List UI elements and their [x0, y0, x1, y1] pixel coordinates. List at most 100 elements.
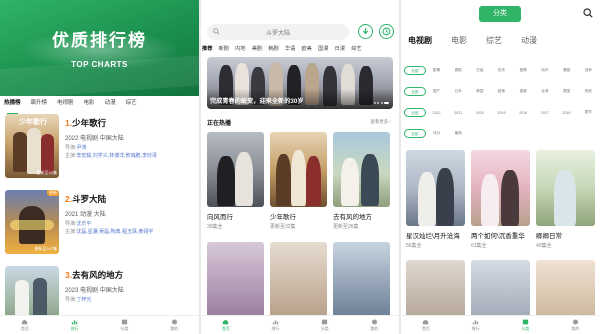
- poster-image[interactable]: [536, 150, 595, 226]
- filter-chip[interactable]: 日本: [447, 89, 469, 94]
- ranking-item[interactable]: 少年歌行 更新至40集 1.少年歌行 2022 电视剧 中国大陆 导演:尹涛 主…: [5, 114, 195, 180]
- filter-chip[interactable]: 历史: [491, 68, 513, 73]
- filter-chip[interactable]: 2017: [534, 111, 556, 115]
- nav-mine[interactable]: 我的: [571, 318, 579, 332]
- tab-rising[interactable]: 飙升榜: [31, 98, 48, 112]
- nav-home[interactable]: 首页: [21, 319, 29, 332]
- filter-chip[interactable]: 欧美: [491, 89, 513, 94]
- tab-movie[interactable]: 电影: [451, 35, 467, 47]
- nav-ranking[interactable]: 排行: [472, 319, 480, 332]
- figure: [276, 154, 291, 206]
- filter-chip[interactable]: 剧情: [426, 68, 448, 73]
- filter-chip[interactable]: 2021: [447, 111, 469, 115]
- poster-image[interactable]: [471, 150, 530, 226]
- video-card[interactable]: 少年歌行 更新至32集: [270, 132, 327, 230]
- filter-chip[interactable]: 国产: [426, 89, 448, 94]
- filter-chip[interactable]: 悬疑: [556, 68, 578, 73]
- video-card[interactable]: [207, 242, 264, 317]
- filter-chip[interactable]: 2020: [469, 111, 491, 115]
- tab-hot[interactable]: 热播榜: [4, 98, 21, 114]
- tab-variety[interactable]: 综艺: [126, 98, 137, 112]
- nav-category[interactable]: 分类: [521, 319, 529, 332]
- filter-chip[interactable]: 泰国: [556, 89, 578, 94]
- filter-chip[interactable]: 全部: [404, 129, 426, 138]
- figure: [554, 170, 576, 226]
- tab-guoman[interactable]: 国漫: [318, 44, 328, 54]
- poster-image[interactable]: [333, 242, 390, 317]
- filter-chip[interactable]: 评分: [426, 131, 448, 136]
- nav-category[interactable]: 分类: [120, 319, 128, 332]
- video-card[interactable]: 卿卿日常 40集全: [536, 150, 595, 249]
- tab-variety[interactable]: 综艺: [486, 35, 502, 47]
- nav-ranking[interactable]: 排行: [71, 319, 79, 332]
- tab-western[interactable]: 欧美: [301, 44, 311, 54]
- filter-chip[interactable]: 台湾: [534, 89, 556, 94]
- banner-title: 优质排行榜: [52, 31, 147, 50]
- history-button[interactable]: [379, 24, 394, 39]
- filter-chip[interactable]: 爱情: [512, 68, 534, 73]
- nav-category[interactable]: 分类: [321, 319, 329, 332]
- poster-image[interactable]: [270, 132, 327, 207]
- video-card[interactable]: 两个如何\沉香重华 63集全: [471, 150, 530, 249]
- nav-ranking[interactable]: 排行: [271, 319, 279, 332]
- search-icon[interactable]: [583, 8, 593, 18]
- filter-chip[interactable]: 2016: [556, 111, 578, 115]
- category-header-button[interactable]: 分类: [479, 6, 521, 22]
- poster-image[interactable]: [207, 132, 264, 207]
- nav-mine[interactable]: 我的: [170, 318, 178, 332]
- tab-tv[interactable]: 电视剧: [57, 98, 74, 112]
- filter-chip[interactable]: 喜剧: [447, 68, 469, 73]
- filter-chip[interactable]: 更早: [577, 110, 599, 115]
- figure: [306, 156, 321, 206]
- ranking-item[interactable]: 更新 更新至247集 2.斗罗大陆 2021 动漫 大陆 导演:沈乐平 主演:沈…: [5, 190, 195, 256]
- video-card[interactable]: 向风而行 39集全: [207, 132, 264, 230]
- nav-home[interactable]: 首页: [422, 319, 430, 332]
- tab-variety[interactable]: 综艺: [351, 44, 361, 54]
- ranking-screen: 优质排行榜 TOP CHARTS 热播榜 飙升榜 电视剧 电影 动漫 综艺 少年…: [0, 0, 199, 334]
- filter-chip[interactable]: 香港: [512, 89, 534, 94]
- filter-chip[interactable]: 动作: [534, 68, 556, 73]
- filter-chip[interactable]: 战争: [577, 68, 599, 73]
- tab-us[interactable]: 美剧: [252, 44, 262, 54]
- filter-chip[interactable]: 古装: [469, 68, 491, 73]
- poster-image[interactable]: [333, 132, 390, 207]
- filter-chip[interactable]: 全部: [404, 108, 426, 117]
- see-more-link[interactable]: 查看更多 ›: [370, 119, 391, 125]
- tab-recommend[interactable]: 推荐: [202, 44, 212, 54]
- tab-tv[interactable]: 电视剧: [408, 35, 432, 47]
- tab-jp-anime[interactable]: 日漫: [335, 44, 345, 54]
- filter-chip[interactable]: 2018: [512, 111, 534, 115]
- poster-image[interactable]: [207, 242, 264, 317]
- nav-home[interactable]: 首页: [222, 319, 230, 332]
- tab-anime[interactable]: 动漫: [521, 35, 537, 47]
- video-card[interactable]: [333, 242, 390, 317]
- poster-image[interactable]: 少年歌行 更新至40集: [5, 114, 59, 178]
- filter-chip[interactable]: 韩国: [469, 89, 491, 94]
- tab-new[interactable]: 新剧: [219, 44, 229, 54]
- filter-chip[interactable]: 全部: [404, 66, 426, 75]
- filter-chip[interactable]: 其他: [577, 89, 599, 94]
- figure: [41, 134, 54, 174]
- download-button[interactable]: [358, 24, 373, 39]
- tab-anime[interactable]: 动漫: [105, 98, 116, 112]
- tab-chinese[interactable]: 华语: [285, 44, 295, 54]
- search-bar[interactable]: 斗罗大陆: [207, 24, 349, 40]
- tab-mainland[interactable]: 内地: [235, 44, 245, 54]
- video-card[interactable]: [270, 242, 327, 317]
- tab-movie[interactable]: 电影: [84, 98, 95, 112]
- video-card[interactable]: 去有风的地方 更新至26集: [333, 132, 390, 230]
- figure: [235, 152, 253, 206]
- filter-chip[interactable]: 2019: [491, 111, 513, 115]
- tab-kr[interactable]: 韩剧: [268, 44, 278, 54]
- filter-chip[interactable]: 最新: [447, 131, 469, 136]
- poster-image[interactable]: 更新 更新至247集: [5, 190, 59, 254]
- poster-image[interactable]: [406, 150, 465, 226]
- poster-image[interactable]: [270, 242, 327, 317]
- filter-chip[interactable]: 全部: [404, 87, 426, 96]
- video-card[interactable]: 星汉灿烂\月升沧海 56集全: [406, 150, 465, 249]
- hero-carousel[interactable]: 完成青春的蜕变，迎来全新的30岁: [207, 57, 393, 109]
- nav-mine[interactable]: 我的: [370, 318, 378, 332]
- figure: [501, 170, 519, 226]
- filter-chip[interactable]: 2022: [426, 111, 448, 115]
- genre: 电视剧: [80, 136, 99, 142]
